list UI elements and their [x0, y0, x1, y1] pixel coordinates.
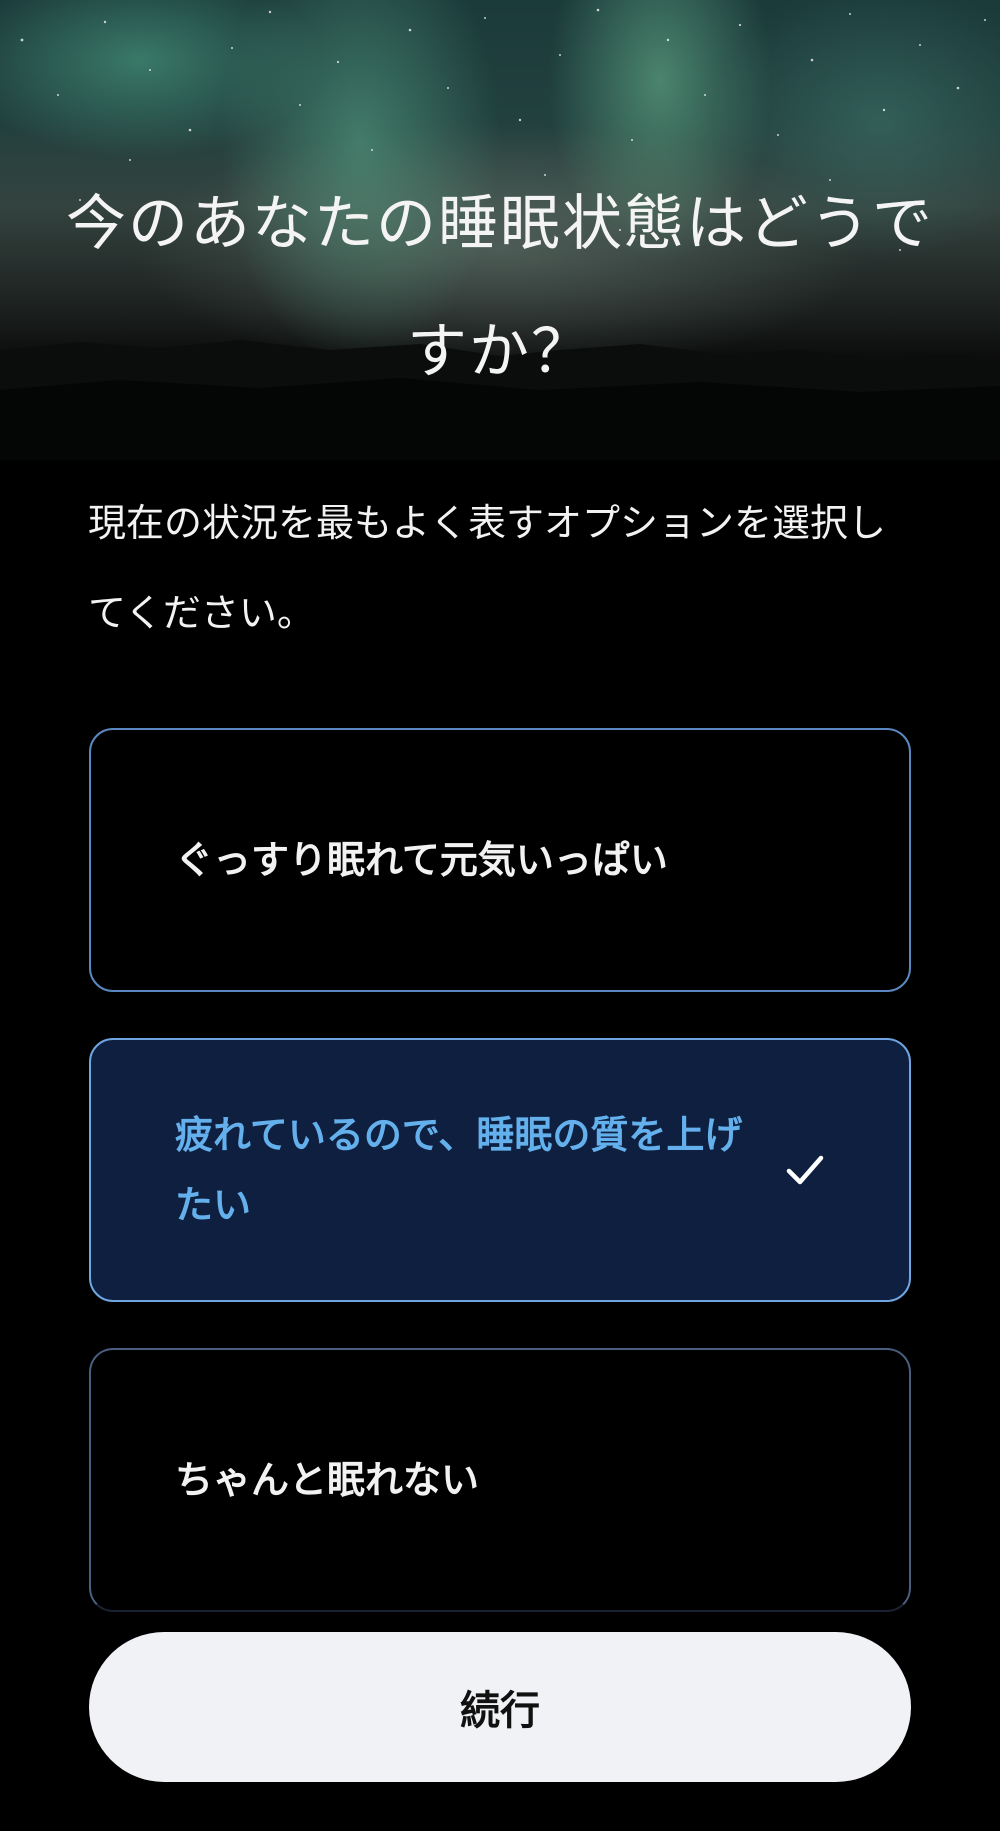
checkmark-icon: [781, 1146, 829, 1194]
page-title: 今のあなたの睡眠状態はどうですか？: [66, 189, 934, 387]
option-cannot-sleep[interactable]: ちゃんと眠れない: [89, 1348, 911, 1612]
option-label: 疲れているので、睡眠の質を上げたい: [175, 1113, 743, 1227]
instruction-text: 現在の状況を最もよく表すオプションを選択してください。: [88, 501, 887, 635]
option-label: ちゃんと眠れない: [175, 1458, 480, 1502]
option-improve-sleep-quality[interactable]: 疲れているので、睡眠の質を上げたい: [89, 1038, 911, 1302]
option-well-rested[interactable]: ぐっすり眠れて元気いっぱい: [89, 728, 911, 992]
option-label: ぐっすり眠れて元気いっぱい: [175, 838, 668, 882]
continue-button[interactable]: 続行: [89, 1632, 911, 1782]
